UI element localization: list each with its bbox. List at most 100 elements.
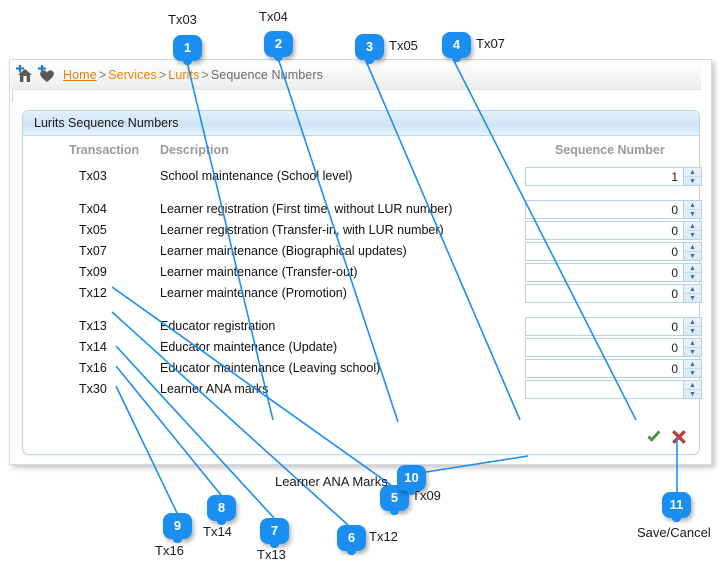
callout-label-6: Tx12 xyxy=(369,529,398,544)
column-header-transaction: Transaction xyxy=(69,143,140,157)
sequence-number-stepper[interactable]: ▲▼ xyxy=(525,263,702,282)
transaction-code: Tx16 xyxy=(79,361,107,375)
sequence-number-input[interactable] xyxy=(526,339,683,356)
stepper-down-icon[interactable]: ▼ xyxy=(684,368,701,377)
sequence-number-input[interactable] xyxy=(526,243,683,260)
sequence-table: Transaction Description Sequence Number … xyxy=(23,137,702,399)
stepper-up-icon[interactable]: ▲ xyxy=(684,285,701,293)
stepper-up-icon[interactable]: ▲ xyxy=(684,168,701,176)
sequence-number-stepper[interactable]: ▲▼ xyxy=(525,338,702,357)
sequence-number-input[interactable] xyxy=(526,264,683,281)
sequence-number-input[interactable] xyxy=(526,201,683,218)
marker-number: 11 xyxy=(669,497,684,512)
save-check-icon[interactable] xyxy=(646,429,662,445)
transaction-description: Learner registration (First time, withou… xyxy=(160,202,453,216)
stepper-up-icon[interactable]: ▲ xyxy=(684,339,701,347)
callout-label-3: Tx05 xyxy=(389,38,418,53)
breadcrumb-divider xyxy=(11,89,701,90)
stepper-down-icon[interactable]: ▼ xyxy=(684,326,701,335)
sequence-number-cell: ▲▼ xyxy=(525,284,702,303)
callout-marker-1[interactable]: 1 xyxy=(173,35,202,65)
callout-label-9: Tx16 xyxy=(155,543,184,558)
breadcrumb-sep-2: > xyxy=(158,68,167,82)
table-row: Tx13 Educator registration ▲▼ xyxy=(23,317,702,338)
transaction-description: Educator registration xyxy=(160,319,276,333)
stepper-down-icon[interactable]: ▼ xyxy=(684,293,701,302)
screenshot-root: Home > Services > Lurits > Sequence Numbers Lu… xyxy=(0,0,727,585)
marker-number: 3 xyxy=(365,39,374,54)
table-row: Tx04 Learner registration (First time, wi… xyxy=(23,200,702,221)
sequence-number-input[interactable] xyxy=(526,285,683,302)
stepper-up-icon[interactable]: ▲ xyxy=(684,360,701,368)
stepper-buttons: ▲ ▼ xyxy=(683,168,701,185)
breadcrumb-trail: Home > Services > Lurits > Sequence Numbers xyxy=(63,68,323,82)
callout-marker-9[interactable]: 9 xyxy=(163,513,192,543)
sequence-number-stepper[interactable]: ▲▼ xyxy=(525,380,702,399)
marker-number: 6 xyxy=(347,530,356,545)
marker-number: 10 xyxy=(404,470,419,485)
breadcrumb-lurits[interactable]: Lurits xyxy=(168,68,199,82)
marker-number: 4 xyxy=(452,37,461,52)
callout-marker-11[interactable]: 11 xyxy=(662,492,691,522)
stepper-up-icon[interactable]: ▲ xyxy=(684,318,701,326)
callout-marker-6[interactable]: 6 xyxy=(337,525,366,555)
sequence-number-stepper[interactable]: ▲▼ xyxy=(525,221,702,240)
sequence-number-stepper[interactable]: ▲▼ xyxy=(525,242,702,261)
marker-number: 7 xyxy=(270,523,279,538)
stepper-up-icon[interactable]: ▲ xyxy=(684,201,701,209)
sequence-number-input[interactable] xyxy=(526,381,683,398)
sequence-number-stepper[interactable]: ▲▼ xyxy=(525,167,702,186)
breadcrumb-services[interactable]: Services xyxy=(108,68,157,82)
callout-marker-4[interactable]: 4 xyxy=(442,32,471,62)
sequence-number-input[interactable] xyxy=(526,168,683,185)
callout-marker-3[interactable]: 3 xyxy=(355,34,384,64)
marker-number: 8 xyxy=(217,500,226,515)
sequence-number-stepper[interactable]: ▲▼ xyxy=(525,359,702,378)
sequence-number-cell: ▲▼ xyxy=(525,380,702,399)
breadcrumb-home[interactable]: Home xyxy=(63,68,97,82)
table-row: Tx30 Learner ANA marks ▲ ▼ xyxy=(23,380,702,401)
transaction-code: Tx04 xyxy=(79,202,107,216)
stepper-up-icon[interactable]: ▲ xyxy=(684,264,701,272)
stepper-up-icon[interactable]: ▲ xyxy=(684,222,701,230)
table-row: Tx07 Learner maintenance (Biographical up… xyxy=(23,242,702,263)
callout-marker-10[interactable]: 10 xyxy=(397,465,426,495)
stepper-buttons: ▲ ▼ xyxy=(683,201,701,218)
stepper-down-icon[interactable]: ▼ xyxy=(684,251,701,260)
callout-label-1: Tx03 xyxy=(168,12,197,27)
stepper-down-icon[interactable]: ▼ xyxy=(684,230,701,239)
callout-marker-7[interactable]: 7 xyxy=(260,518,289,548)
sequence-number-stepper[interactable]: ▲▼ xyxy=(525,284,702,303)
sequence-number-input[interactable] xyxy=(526,222,683,239)
callout-marker-8[interactable]: 8 xyxy=(207,495,236,525)
transaction-description: Learner registration (Transfer-in, with … xyxy=(160,223,444,237)
stepper-buttons: ▲ ▼ xyxy=(683,318,701,335)
sequence-number-stepper[interactable]: ▲▼ xyxy=(525,200,702,219)
favourite-heart-plus-icon[interactable] xyxy=(37,65,57,85)
stepper-down-icon[interactable]: ▼ xyxy=(684,209,701,218)
callout-marker-2[interactable]: 2 xyxy=(264,31,293,61)
cancel-cross-icon[interactable] xyxy=(671,429,687,445)
table-row: Tx12 Learner maintenance (Promotion) ▲▼ xyxy=(23,284,702,305)
sequence-number-input[interactable] xyxy=(526,360,683,377)
stepper-up-icon[interactable]: ▲ xyxy=(684,243,701,251)
column-header-description: Description xyxy=(160,143,229,157)
column-header-sequence-number: Sequence Number xyxy=(555,143,665,157)
stepper-up-icon[interactable]: ▲ xyxy=(684,381,701,389)
stepper-down-icon[interactable]: ▼ xyxy=(684,272,701,281)
sequence-number-input[interactable] xyxy=(526,318,683,335)
table-row: Tx03 School maintenance (School level) ▲▼ xyxy=(23,167,702,188)
stepper-down-icon[interactable]: ▼ xyxy=(684,347,701,356)
stepper-down-icon[interactable]: ▼ xyxy=(684,389,701,398)
home-plus-icon[interactable] xyxy=(15,65,35,85)
sequence-number-cell: ▲▼ xyxy=(525,242,702,261)
sequence-number-stepper[interactable]: ▲▼ xyxy=(525,317,702,336)
callout-label-8: Tx14 xyxy=(203,524,232,539)
table-row: Tx09 Learner maintenance (Transfer-out) ▲▼ xyxy=(23,263,702,284)
stepper-buttons: ▲ ▼ xyxy=(683,381,701,398)
stepper-buttons: ▲ ▼ xyxy=(683,339,701,356)
transaction-description: Learner maintenance (Transfer-out) xyxy=(160,265,358,279)
transaction-code: Tx14 xyxy=(79,340,107,354)
transaction-code: Tx30 xyxy=(79,382,107,396)
stepper-down-icon[interactable]: ▼ xyxy=(684,176,701,185)
